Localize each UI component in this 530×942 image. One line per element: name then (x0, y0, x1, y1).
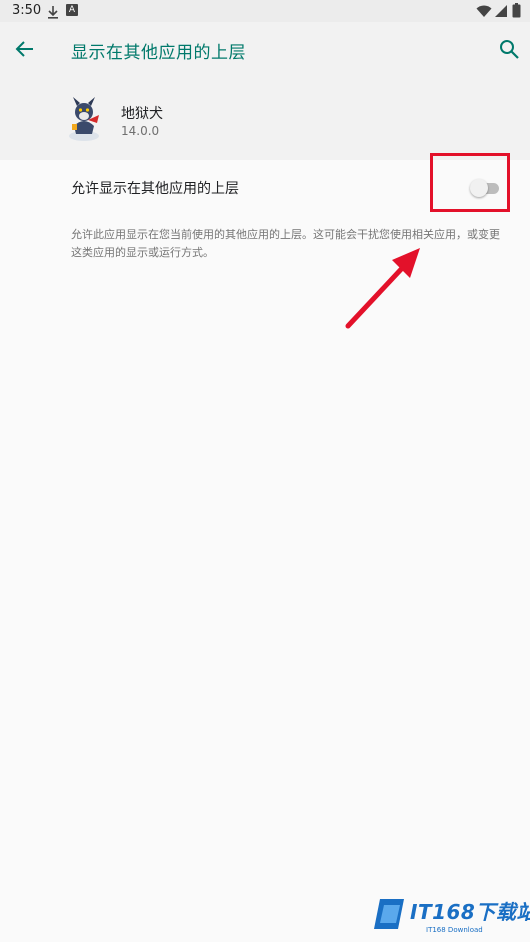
app-version: 14.0.0 (121, 124, 160, 138)
watermark: IT168下载站 IT168 Download (374, 885, 530, 942)
a-notification-icon: A (66, 4, 78, 16)
download-icon (47, 4, 59, 23)
app-name: 地狱犬 (121, 106, 163, 122)
status-time: 3:50 (12, 3, 42, 18)
watermark-logo-icon (374, 899, 404, 929)
annotation-arrow-icon (340, 240, 430, 336)
page-title: 显示在其他应用的上层 (71, 43, 246, 63)
battery-icon (512, 3, 521, 22)
search-icon[interactable] (498, 38, 520, 64)
app-header: 地狱犬 14.0.0 (0, 78, 530, 160)
back-arrow-icon[interactable] (14, 38, 36, 64)
status-bar: 3:50 A (0, 0, 530, 22)
setting-description: 允许此应用显示在您当前使用的其他应用的上层。这可能会干扰您使用相关应用，或变更这… (71, 228, 500, 259)
annotation-highlight-box (430, 153, 510, 212)
signal-icon (494, 3, 508, 22)
watermark-subtext: IT168 Download (426, 926, 483, 934)
app-bar: 显示在其他应用的上层 (0, 22, 530, 78)
setting-label: 允许显示在其他应用的上层 (71, 181, 239, 197)
app-icon (66, 96, 102, 142)
wifi-icon (476, 3, 492, 22)
watermark-text: IT168下载站 (410, 900, 530, 924)
